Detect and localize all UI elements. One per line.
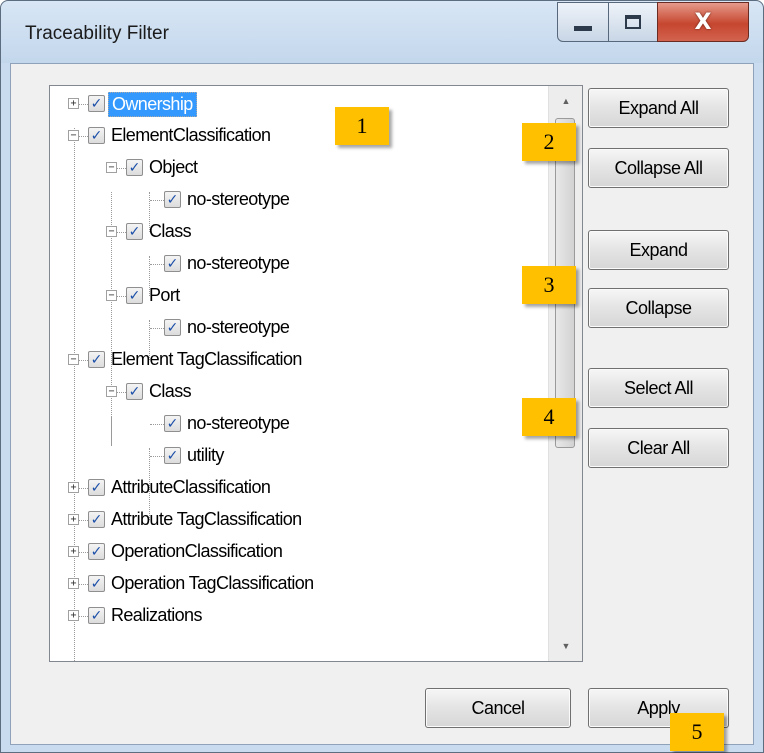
tree-connector bbox=[150, 424, 164, 425]
tree-item-label[interactable]: no-stereotype bbox=[184, 412, 292, 435]
expand-plus-icon[interactable]: + bbox=[68, 514, 79, 525]
filter-tree[interactable]: + ✓ Ownership − ✓ ElementClassification − ✓ Obje… bbox=[49, 85, 583, 662]
tree-item[interactable]: − ✓ Port bbox=[50, 280, 530, 312]
tree-item-label[interactable]: Class bbox=[146, 220, 194, 243]
dialog-body: + ✓ Ownership − ✓ ElementClassification − ✓ Obje… bbox=[10, 63, 754, 745]
minimize-icon bbox=[574, 25, 592, 31]
callout-badge-4: 4 bbox=[522, 398, 576, 436]
tree-item[interactable]: ✓ utility bbox=[50, 440, 530, 472]
maximize-icon bbox=[625, 15, 641, 29]
tree-item[interactable]: + ✓ OperationClassification bbox=[50, 536, 530, 568]
expand-button[interactable]: Expand bbox=[588, 230, 729, 270]
tree-item[interactable]: + ✓ Ownership bbox=[50, 88, 530, 120]
tree-connector bbox=[150, 456, 164, 457]
scroll-down-arrow-icon[interactable]: ▼ bbox=[549, 631, 582, 661]
tree-connector bbox=[150, 200, 164, 201]
tree-item-checkbox[interactable]: ✓ bbox=[164, 255, 181, 272]
tree-item[interactable]: + ✓ Realizations bbox=[50, 600, 530, 632]
tree-item[interactable]: − ✓ Element TagClassification bbox=[50, 344, 530, 376]
traceability-filter-window: Traceability Filter X + ✓ Ownership − ✓ Eleme… bbox=[0, 0, 764, 753]
callout-badge-3: 3 bbox=[522, 266, 576, 304]
tree-item-checkbox[interactable]: ✓ bbox=[88, 543, 105, 560]
expand-all-button[interactable]: Expand All bbox=[588, 88, 729, 128]
callout-badge-1: 1 bbox=[335, 107, 389, 145]
tree-viewport: + ✓ Ownership − ✓ ElementClassification − ✓ Obje… bbox=[50, 86, 530, 661]
tree-item-label[interactable]: Port bbox=[146, 284, 183, 307]
tree-item[interactable]: − ✓ Object bbox=[50, 152, 530, 184]
tree-item[interactable]: ✓ no-stereotype bbox=[50, 408, 530, 440]
close-button[interactable]: X bbox=[657, 2, 749, 42]
callout-badge-5: 5 bbox=[670, 713, 724, 751]
tree-item-checkbox[interactable]: ✓ bbox=[126, 383, 143, 400]
collapse-minus-icon[interactable]: − bbox=[68, 354, 79, 365]
tree-item[interactable]: ✓ no-stereotype bbox=[50, 312, 530, 344]
tree-item[interactable]: ✓ no-stereotype bbox=[50, 184, 530, 216]
callout-badge-2: 2 bbox=[522, 123, 576, 161]
tree-item-label[interactable]: Attribute TagClassification bbox=[108, 508, 305, 531]
collapse-minus-icon[interactable]: − bbox=[106, 290, 117, 301]
tree-item-checkbox[interactable]: ✓ bbox=[88, 95, 105, 112]
tree-connector bbox=[150, 264, 164, 265]
cancel-button[interactable]: Cancel bbox=[425, 688, 571, 728]
title-bar[interactable]: Traceability Filter X bbox=[1, 1, 763, 63]
tree-item-checkbox[interactable]: ✓ bbox=[164, 447, 181, 464]
collapse-minus-icon[interactable]: − bbox=[68, 130, 79, 141]
tree-item-checkbox[interactable]: ✓ bbox=[126, 159, 143, 176]
close-icon: X bbox=[694, 9, 712, 35]
tree-item-label[interactable]: Class bbox=[146, 380, 194, 403]
window-title: Traceability Filter bbox=[25, 23, 169, 44]
collapse-button[interactable]: Collapse bbox=[588, 288, 729, 328]
collapse-minus-icon[interactable]: − bbox=[106, 162, 117, 173]
tree-item-label[interactable]: utility bbox=[184, 444, 227, 467]
tree-connector bbox=[150, 328, 164, 329]
tree-item-checkbox[interactable]: ✓ bbox=[126, 223, 143, 240]
tree-vertical-scrollbar[interactable]: ▲ ▼ bbox=[548, 86, 582, 661]
expand-plus-icon[interactable]: + bbox=[68, 578, 79, 589]
expand-plus-icon[interactable]: + bbox=[68, 98, 79, 109]
minimize-button[interactable] bbox=[557, 2, 609, 42]
scroll-up-arrow-icon[interactable]: ▲ bbox=[549, 86, 582, 116]
select-all-button[interactable]: Select All bbox=[588, 368, 729, 408]
tree-item[interactable]: + ✓ AttributeClassification bbox=[50, 472, 530, 504]
tree-item-checkbox[interactable]: ✓ bbox=[164, 191, 181, 208]
expand-plus-icon[interactable]: + bbox=[68, 610, 79, 621]
tree-item-label[interactable]: no-stereotype bbox=[184, 316, 292, 339]
collapse-minus-icon[interactable]: − bbox=[106, 386, 117, 397]
tree-item-checkbox[interactable]: ✓ bbox=[126, 287, 143, 304]
tree-item-checkbox[interactable]: ✓ bbox=[88, 607, 105, 624]
tree-item-checkbox[interactable]: ✓ bbox=[88, 127, 105, 144]
tree-item-label[interactable]: Element TagClassification bbox=[108, 348, 305, 371]
tree-item[interactable]: − ✓ Class bbox=[50, 216, 530, 248]
tree-item[interactable]: + ✓ Attribute TagClassification bbox=[50, 504, 530, 536]
tree-item-label[interactable]: Operation TagClassification bbox=[108, 572, 317, 595]
tree-item-label[interactable]: AttributeClassification bbox=[108, 476, 273, 499]
collapse-all-button[interactable]: Collapse All bbox=[588, 148, 729, 188]
expand-plus-icon[interactable]: + bbox=[68, 482, 79, 493]
tree-item[interactable]: + ✓ Operation TagClassification bbox=[50, 568, 530, 600]
expand-plus-icon[interactable]: + bbox=[68, 546, 79, 557]
tree-item[interactable]: − ✓ ElementClassification bbox=[50, 120, 530, 152]
tree-item[interactable]: ✓ no-stereotype bbox=[50, 248, 530, 280]
tree-item-label[interactable]: no-stereotype bbox=[184, 188, 292, 211]
tree-item-label[interactable]: no-stereotype bbox=[184, 252, 292, 275]
tree-item-checkbox[interactable]: ✓ bbox=[164, 319, 181, 336]
tree-item[interactable]: − ✓ Class bbox=[50, 376, 530, 408]
tree-item-label[interactable]: Realizations bbox=[108, 604, 205, 627]
tree-item-checkbox[interactable]: ✓ bbox=[88, 351, 105, 368]
tree-item-checkbox[interactable]: ✓ bbox=[88, 479, 105, 496]
clear-all-button[interactable]: Clear All bbox=[588, 428, 729, 468]
tree-item-checkbox[interactable]: ✓ bbox=[88, 575, 105, 592]
tree-item-label[interactable]: OperationClassification bbox=[108, 540, 285, 563]
tree-item-label[interactable]: Object bbox=[146, 156, 200, 179]
tree-item-label[interactable]: Ownership bbox=[108, 92, 197, 117]
tree-item-checkbox[interactable]: ✓ bbox=[88, 511, 105, 528]
tree-item-checkbox[interactable]: ✓ bbox=[164, 415, 181, 432]
tree-item-label[interactable]: ElementClassification bbox=[108, 124, 273, 147]
collapse-minus-icon[interactable]: − bbox=[106, 226, 117, 237]
maximize-button[interactable] bbox=[608, 2, 658, 42]
